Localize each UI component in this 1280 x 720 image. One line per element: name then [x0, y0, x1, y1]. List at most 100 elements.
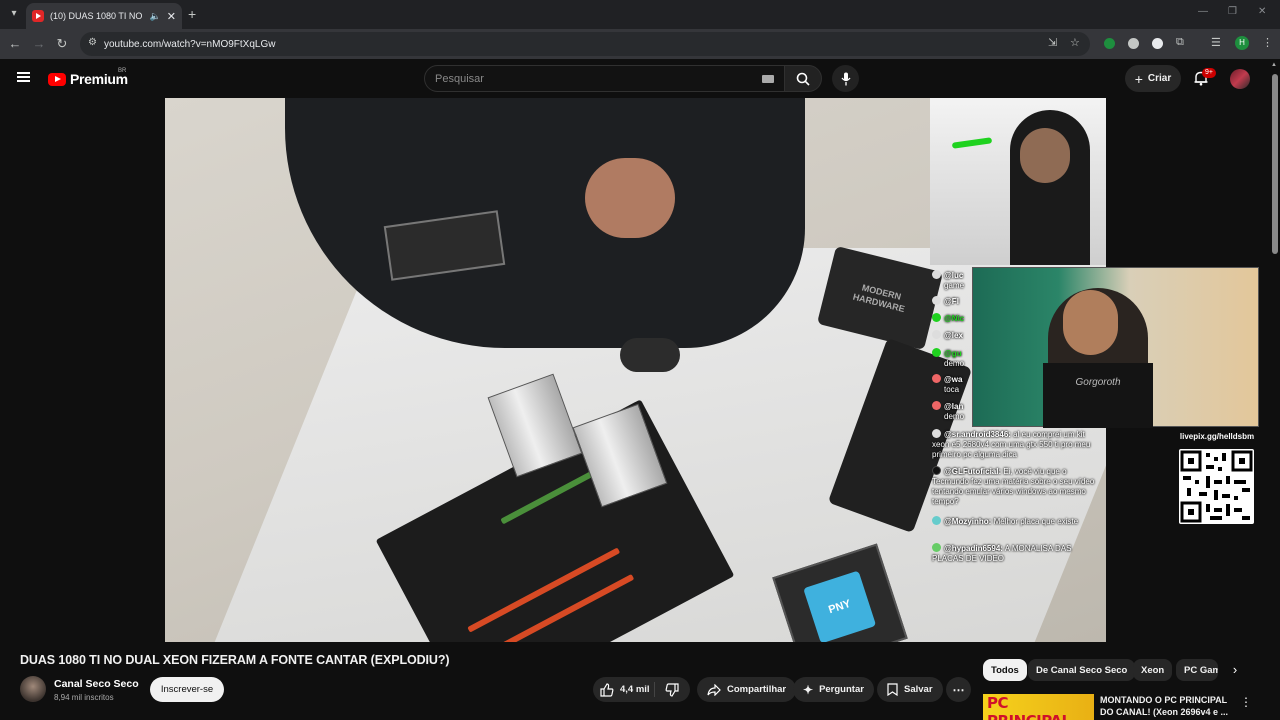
profile-avatar[interactable]: H: [1235, 36, 1249, 50]
subscribe-button[interactable]: Inscrever-se: [150, 677, 224, 702]
plus-icon: +: [1134, 70, 1143, 87]
reload-icon[interactable]: ↻: [54, 36, 70, 52]
browser-menu-icon[interactable]: ⋮: [1262, 36, 1273, 49]
thumbnail-text: PC PRINCIPAL: [987, 694, 1071, 720]
cam-shirt: Gorgoroth: [1043, 363, 1153, 428]
more-actions-button[interactable]: ⋯: [946, 677, 971, 702]
chat-user: @Nic: [944, 314, 965, 323]
new-tab-icon[interactable]: +: [188, 6, 196, 22]
recommended-title[interactable]: MONTANDO O PC PRINCIPAL DO CANAL! (Xeon …: [1100, 694, 1230, 718]
webcam-overlay-top: [930, 98, 1106, 265]
voice-search-button[interactable]: [832, 65, 859, 92]
scroll-up-arrow-icon[interactable]: ▲: [1271, 62, 1277, 68]
region-label: BR: [118, 68, 127, 74]
chat-text: Melhor placa que existe: [993, 517, 1079, 526]
chip-pc-gamer[interactable]: PC Gamer: [1176, 659, 1218, 681]
browser-tab-strip: ▾ (10) DUAS 1080 TI NO DUAL XEON FIZERAM…: [0, 0, 1280, 29]
chevron-right-icon[interactable]: ›: [1226, 662, 1244, 680]
share-button[interactable]: Compartilhar: [697, 677, 797, 702]
chip-from-channel[interactable]: De Canal Seco Seco: [1028, 659, 1136, 681]
chat-text: toca: [944, 385, 960, 394]
search-input[interactable]: Pesquisar: [424, 65, 786, 92]
url-text: youtube.com/watch?v=nMO9FtXqLGw: [104, 38, 276, 50]
chat-user: @lex: [944, 331, 963, 340]
youtube-favicon-icon: [32, 10, 44, 22]
tab-search-icon[interactable]: ▾: [6, 6, 22, 22]
chat-message: @GLFutoficial: Ei, você viu que o Tecmun…: [932, 466, 1104, 507]
scrollbar-thumb[interactable]: [1272, 74, 1278, 254]
chat-avatar-icon: [932, 429, 941, 438]
chat-user: @luc: [944, 271, 964, 280]
extension-shield-icon[interactable]: [1128, 38, 1139, 49]
youtube-header: Premium BR Pesquisar + Criar 9+: [0, 59, 1280, 98]
chat-user: @gu: [944, 349, 962, 358]
recommended-thumbnail[interactable]: PC PRINCIPAL: [983, 694, 1094, 720]
chat-avatar-icon: [932, 401, 941, 410]
chat-avatar-icon: [932, 543, 941, 552]
speaker-icon[interactable]: 🔈: [150, 11, 161, 22]
search-button[interactable]: [784, 65, 822, 92]
chat-avatar-icon: [932, 313, 941, 322]
more-horizontal-icon: ⋯: [952, 682, 965, 697]
close-tab-icon[interactable]: ✕: [167, 10, 176, 23]
shirt-text: Gorgoroth: [1075, 377, 1121, 388]
hamburger-menu-icon[interactable]: [17, 72, 30, 82]
bookmark-star-icon[interactable]: ☆: [1070, 36, 1080, 49]
create-button[interactable]: + Criar: [1125, 65, 1181, 92]
like-count: 4,4 mil: [620, 684, 650, 695]
dislike-button[interactable]: [655, 682, 679, 697]
subscriber-count: 8,94 mil inscritos: [54, 693, 114, 702]
minimize-icon[interactable]: —: [1198, 6, 1208, 17]
chip-all[interactable]: Todos: [983, 659, 1027, 681]
forward-icon[interactable]: →: [31, 36, 47, 51]
extensions-puzzle-icon[interactable]: ⧉: [1176, 36, 1184, 49]
chip-xeon[interactable]: Xeon: [1133, 659, 1173, 681]
chat-user: @lan: [944, 402, 964, 411]
maximize-icon[interactable]: ❐: [1228, 6, 1237, 17]
channel-name[interactable]: Canal Seco Seco: [54, 678, 139, 690]
recommended-more-icon[interactable]: ⋮: [1240, 695, 1252, 709]
microphone-icon: [840, 72, 851, 85]
close-window-icon[interactable]: ✕: [1258, 6, 1266, 17]
chat-user: @GLFutoficial:: [944, 467, 1002, 476]
chat-message: @Mozyinho: Melhor placa que existe: [932, 516, 1104, 527]
extension-cloud-icon[interactable]: [1152, 38, 1163, 49]
video-player[interactable]: MODERN HARDWARE PNY @luc game @Fl @Nic @l…: [165, 98, 1106, 642]
extension-green-icon[interactable]: [1104, 38, 1115, 49]
chat-message: @sr.android3846: al eu comprei um kit xe…: [932, 429, 1104, 460]
site-info-icon[interactable]: ⚙: [88, 37, 97, 48]
cam-face: [1063, 290, 1118, 355]
chat-text: demo: [944, 359, 965, 368]
chat-user: @sr.android3846:: [944, 430, 1011, 439]
cam-face: [1020, 128, 1070, 183]
chat-user: @wa: [944, 375, 963, 384]
keyboard-icon[interactable]: [762, 75, 774, 83]
share-arrow-icon: [707, 683, 721, 696]
account-avatar[interactable]: [1230, 69, 1250, 89]
url-field[interactable]: ⚙ youtube.com/watch?v=nMO9FtXqLGw: [80, 32, 1090, 56]
search-icon: [796, 72, 810, 86]
thumbs-up-icon: [600, 682, 614, 697]
ask-button[interactable]: ✦ Perguntar: [793, 677, 874, 702]
chat-avatar-icon: [932, 330, 941, 339]
streamer-hand: [585, 158, 675, 238]
psu-label: PNY: [803, 570, 877, 642]
channel-avatar[interactable]: [20, 676, 46, 702]
bookmark-icon: [887, 683, 898, 696]
like-button[interactable]: 4,4 mil: [593, 682, 655, 697]
reading-list-icon[interactable]: ☰: [1211, 36, 1221, 49]
save-label: Salvar: [904, 684, 933, 695]
like-dislike-group: 4,4 mil: [593, 677, 690, 702]
back-icon[interactable]: ←: [7, 36, 23, 51]
youtube-play-icon: [48, 72, 66, 86]
address-bar: ← → ↻ ⚙ youtube.com/watch?v=nMO9FtXqLGw …: [0, 29, 1280, 59]
tab-title: (10) DUAS 1080 TI NO DUAL XEON FIZERAM A…: [50, 11, 144, 21]
livepix-label: livepix.gg/helldsbm: [1179, 432, 1255, 441]
youtube-premium-logo[interactable]: Premium BR: [48, 68, 128, 87]
install-app-icon[interactable]: ⇲: [1048, 36, 1057, 49]
save-button[interactable]: Salvar: [877, 677, 943, 702]
package-text: MODERN HARDWARE: [851, 282, 906, 315]
qr-code: [1179, 449, 1254, 524]
browser-tab[interactable]: (10) DUAS 1080 TI NO DUAL XEON FIZERAM A…: [26, 3, 182, 29]
chat-avatar-icon: [932, 270, 941, 279]
